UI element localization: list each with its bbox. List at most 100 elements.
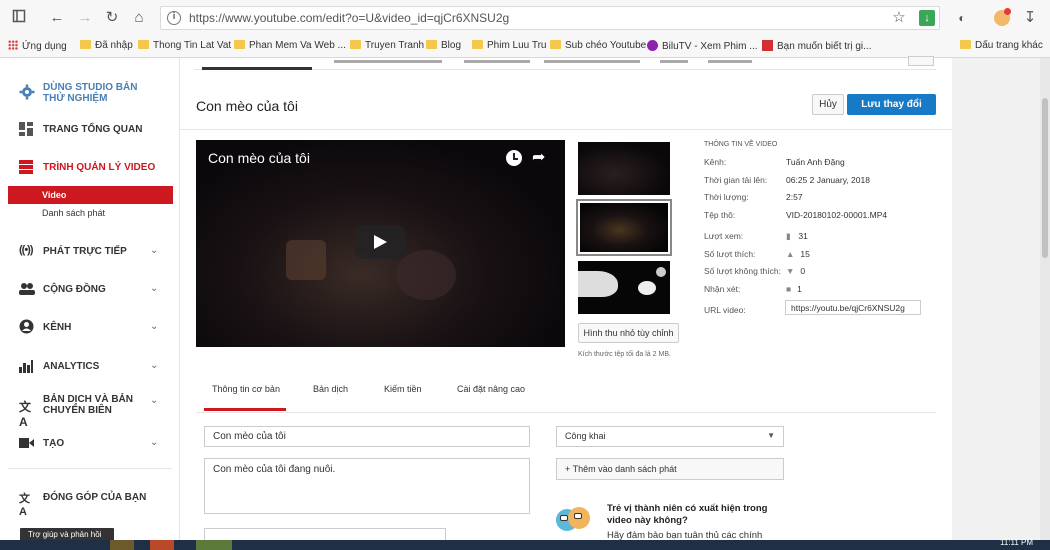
sidebar-item-contributions[interactable]: 文A ĐÓNG GÓP CỦA BẠN xyxy=(0,488,180,518)
bookmark-item[interactable]: Phan Mem Va Web ... xyxy=(234,40,346,54)
comment-icon: ■ xyxy=(786,284,792,294)
address-bar[interactable]: i https://www.youtube.com/edit?o=U&video… xyxy=(160,6,940,30)
sidebar-subitem-playlists[interactable]: Danh sách phát xyxy=(8,204,173,222)
top-tab[interactable] xyxy=(334,60,442,63)
custom-thumbnail-button[interactable]: Hình thu nhỏ tùy chỉnh xyxy=(578,323,679,343)
bookmark-star-icon[interactable]: ☆ xyxy=(890,9,908,27)
avatar[interactable] xyxy=(994,8,1011,26)
privacy-select[interactable]: Công khai ▼ xyxy=(556,426,784,447)
player-title: Con mèo của tôi xyxy=(208,150,310,166)
top-tab-strip xyxy=(194,56,936,70)
description-textarea[interactable]: Con mèo của tôi đang nuôi. xyxy=(204,458,530,514)
scrollbar-thumb[interactable] xyxy=(1042,98,1048,258)
thumbnail-option[interactable] xyxy=(578,142,670,195)
scrollbar[interactable] xyxy=(1040,58,1050,540)
reload-icon[interactable]: ↻ xyxy=(103,9,121,27)
top-tab[interactable] xyxy=(708,60,752,63)
bookmark-item[interactable]: Blog xyxy=(426,40,461,54)
right-background xyxy=(952,58,1050,550)
sidebar-item-translations[interactable]: 文A BẢN DỊCH VÀ BẢN CHUYỂN BIÊN ⌄ xyxy=(0,392,180,429)
tab-advanced-settings[interactable]: Cài đặt nâng cao xyxy=(457,384,525,394)
taskbar-app-icon[interactable] xyxy=(110,540,134,550)
sidebar-item-studio-beta[interactable]: DÙNG STUDIO BẢN THỬ NGHIỆM xyxy=(0,80,180,110)
sidebar-item-dashboard[interactable]: TRANG TỔNG QUAN xyxy=(0,120,180,138)
comments-value: 1 xyxy=(797,284,802,294)
top-tab[interactable] xyxy=(660,60,688,63)
play-button[interactable] xyxy=(355,225,405,259)
home-icon[interactable]: ⌂ xyxy=(130,9,148,27)
bookmark-apps[interactable]: Ứng dụng xyxy=(8,40,67,54)
tab-basic-info[interactable]: Thông tin cơ bản xyxy=(212,384,280,394)
gear-icon xyxy=(19,84,35,100)
chevron-down-icon[interactable]: ⌄ xyxy=(150,395,158,406)
duration-label: Thời lượng: xyxy=(704,192,749,202)
sidebar-item-video-manager[interactable]: TRÌNH QUẢN LÝ VIDEO xyxy=(0,158,180,176)
thumbnail-option[interactable] xyxy=(578,261,670,314)
top-tab[interactable] xyxy=(464,60,530,63)
tab-monetization[interactable]: Kiếm tiền xyxy=(384,384,422,394)
top-tab[interactable] xyxy=(544,60,640,63)
dropdown-arrow-icon: ▼ xyxy=(767,431,775,440)
thumbs-up-icon: ▲ xyxy=(786,249,795,259)
sidebar-item-label: KÊNH xyxy=(43,322,72,333)
watch-later-icon[interactable] xyxy=(506,150,522,166)
bookmark-item[interactable]: BiluTV - Xem Phim ... xyxy=(647,40,758,54)
download-extension-icon[interactable]: ↓ xyxy=(919,10,935,26)
chevron-down-icon[interactable]: ⌄ xyxy=(150,283,158,294)
bookmark-item[interactable]: Đã nhập xyxy=(80,40,133,54)
forward-icon[interactable]: → xyxy=(76,9,94,27)
tab-translations[interactable]: Bản dịch xyxy=(313,384,348,394)
add-to-playlist-button[interactable]: + Thêm vào danh sách phát xyxy=(556,458,784,480)
bookmark-item[interactable]: Bạn muốn biết trị gi... xyxy=(762,40,872,54)
tags-input[interactable] xyxy=(204,528,446,540)
chevron-down-icon[interactable]: ⌄ xyxy=(150,321,158,332)
top-tab-active[interactable] xyxy=(202,58,312,70)
downloads-icon[interactable]: ↧ xyxy=(1021,9,1039,27)
chevron-down-icon[interactable]: ⌄ xyxy=(150,437,158,448)
site-icon xyxy=(762,40,773,51)
sidebar-item-community[interactable]: CỘNG ĐỒNG ⌄ xyxy=(0,280,180,298)
sidebar-item-analytics[interactable]: ANALYTICS ⌄ xyxy=(0,357,180,375)
address-url[interactable]: https://www.youtube.com/edit?o=U&video_i… xyxy=(189,11,509,25)
bookmark-label: Sub chéo Youtube xyxy=(565,40,647,51)
privacy-select-value: Công khai xyxy=(565,431,606,441)
comments-stat: ■ 1 xyxy=(786,284,802,294)
thumbnail-option-selected[interactable] xyxy=(576,199,672,256)
sidebar-item-label: ĐÓNG GÓP CỦA BẠN xyxy=(43,492,147,503)
extension-icon[interactable]: ◐ xyxy=(953,9,971,27)
chevron-down-icon[interactable]: ⌄ xyxy=(150,360,158,371)
video-player[interactable]: Con mèo của tôi ➦ xyxy=(196,140,565,347)
back-icon[interactable]: ← xyxy=(48,9,66,27)
bookmark-item[interactable]: Thong Tin Lat Vat xyxy=(138,40,231,54)
bookmark-label: Phim Luu Tru xyxy=(487,40,547,51)
kids-illustration-icon xyxy=(556,503,590,540)
views-value: 31 xyxy=(798,231,808,241)
channel-value[interactable]: Tuấn Anh Đặng xyxy=(786,157,845,167)
save-button[interactable]: Lưu thay đổi xyxy=(847,94,936,115)
bookmark-item-other[interactable]: Dấu trang khác xyxy=(960,40,1043,54)
sidebar: DÙNG STUDIO BẢN THỬ NGHIỆM TRANG TỔNG QU… xyxy=(0,58,180,550)
share-icon[interactable]: ➦ xyxy=(532,147,545,167)
kids-note: Hãy đảm bảo bạn tuân thủ các chính xyxy=(607,530,763,540)
bookmark-label: Blog xyxy=(441,40,462,51)
views-label: Lượt xem: xyxy=(704,231,744,241)
bookmark-item[interactable]: Sub chéo Youtube xyxy=(550,40,646,54)
sidebar-subitem-video[interactable]: Video xyxy=(8,186,173,204)
sidebar-item-create[interactable]: TẠO ⌄ xyxy=(0,434,180,452)
top-right-button[interactable] xyxy=(908,56,934,66)
bookmark-item[interactable]: Truyen Tranh xyxy=(350,40,424,54)
tab-menu-icon[interactable] xyxy=(10,9,28,27)
folder-icon xyxy=(960,40,971,49)
title-input[interactable]: Con mèo của tôi xyxy=(204,426,530,447)
info-icon[interactable]: i xyxy=(167,11,181,25)
bookmark-item[interactable]: Phim Luu Tru xyxy=(472,40,546,54)
sidebar-item-live[interactable]: ((•)) PHÁT TRỰC TIẾP ⌄ xyxy=(0,242,180,260)
cancel-button[interactable]: Hủy xyxy=(812,94,844,115)
bilutv-icon xyxy=(647,40,658,51)
taskbar-app-icon[interactable] xyxy=(150,540,174,550)
video-url-field[interactable]: https://youtu.be/qjCr6XNSU2g xyxy=(785,300,921,315)
sidebar-item-channel[interactable]: KÊNH ⌄ xyxy=(0,318,180,336)
video-scene-object xyxy=(396,250,456,300)
taskbar-app-icon[interactable] xyxy=(196,540,232,550)
chevron-down-icon[interactable]: ⌄ xyxy=(150,245,158,256)
